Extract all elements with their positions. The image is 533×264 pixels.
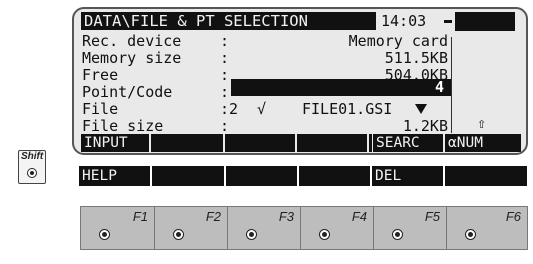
row-separator: : [220, 32, 230, 50]
f4-label: F4 [351, 209, 367, 224]
file-name-value[interactable]: FILE01.GSI [302, 101, 392, 118]
softkey-bar: INPUT SEARC αNUM [81, 134, 521, 152]
battery-indicator [455, 12, 515, 31]
f1-led-icon [99, 229, 110, 240]
lcd-display: DATA\FILE & PT SELECTION 14:03 Rec. devi… [72, 7, 528, 155]
shift-softkey-help[interactable]: HELP [79, 166, 150, 186]
row-separator: : [220, 83, 230, 101]
rec-device-value: Memory card [348, 32, 448, 50]
function-key-f6[interactable]: F6 [447, 207, 527, 249]
softkey-empty-5[interactable] [369, 134, 372, 152]
softkey-empty-2[interactable] [151, 134, 223, 152]
f4-led-icon [319, 229, 330, 240]
f6-led-icon [465, 229, 476, 240]
softkey-alpha-num[interactable]: αNUM [445, 134, 521, 152]
row-file-label: File [82, 100, 119, 118]
point-code-value: 4 [434, 78, 444, 96]
row-separator: : [220, 100, 230, 118]
f6-label: F6 [505, 209, 521, 224]
dropdown-arrow-icon[interactable] [415, 104, 427, 114]
shift-softkey-bar: HELP DEL [79, 166, 527, 186]
shift-softkey-del[interactable]: DEL [372, 166, 443, 186]
shift-led-icon [27, 168, 37, 178]
function-key-f5[interactable]: F5 [374, 207, 447, 249]
file-number: 2 [229, 100, 239, 118]
row-separator: : [220, 49, 230, 67]
shift-label: Shift [21, 151, 44, 162]
function-key-f2[interactable]: F2 [155, 207, 228, 249]
softkey-empty-4[interactable] [297, 134, 367, 152]
row-separator: : [220, 117, 230, 135]
file-check-icon: √ [257, 100, 267, 118]
clock: 14:03 [381, 12, 427, 30]
function-key-f1[interactable]: F1 [81, 207, 155, 249]
scrollbar-divider [451, 37, 452, 133]
row-free-label: Free [82, 66, 119, 84]
f2-led-icon [173, 229, 184, 240]
softkey-empty-3[interactable] [225, 134, 295, 152]
f3-label: F3 [278, 209, 294, 224]
row-separator: : [220, 66, 230, 84]
function-key-row: F1 F2 F3 F4 F5 F6 [80, 206, 528, 250]
row-memory-size-label: Memory size [82, 49, 182, 67]
memory-size-value: 511.5KB [384, 49, 448, 67]
f5-led-icon [392, 229, 403, 240]
shift-softkey-empty-6[interactable] [445, 166, 527, 186]
function-key-f4[interactable]: F4 [301, 207, 374, 249]
softkey-input[interactable]: INPUT [81, 134, 149, 152]
shift-softkey-empty-4[interactable] [299, 166, 370, 186]
shift-softkey-empty-3[interactable] [226, 166, 297, 186]
f3-led-icon [246, 229, 257, 240]
screen-title: DATA\FILE & PT SELECTION [81, 12, 376, 30]
file-size-value: 1.2KB [402, 117, 448, 135]
shift-softkey-empty-2[interactable] [152, 166, 224, 186]
f2-label: F2 [205, 209, 221, 224]
softkey-search[interactable]: SEARC [373, 134, 443, 152]
shift-up-arrow-icon: ⇧ [477, 114, 487, 132]
row-rec-device-label: Rec. device [82, 32, 182, 50]
f5-label: F5 [424, 209, 440, 224]
f1-label: F1 [132, 209, 148, 224]
battery-terminal [444, 20, 452, 23]
row-file-size-label: File size [82, 117, 164, 135]
shift-key[interactable]: Shift [18, 150, 46, 184]
point-code-input[interactable]: 4 [231, 79, 451, 96]
row-point-code-label: Point/Code [82, 83, 173, 101]
function-key-f3[interactable]: F3 [228, 207, 301, 249]
